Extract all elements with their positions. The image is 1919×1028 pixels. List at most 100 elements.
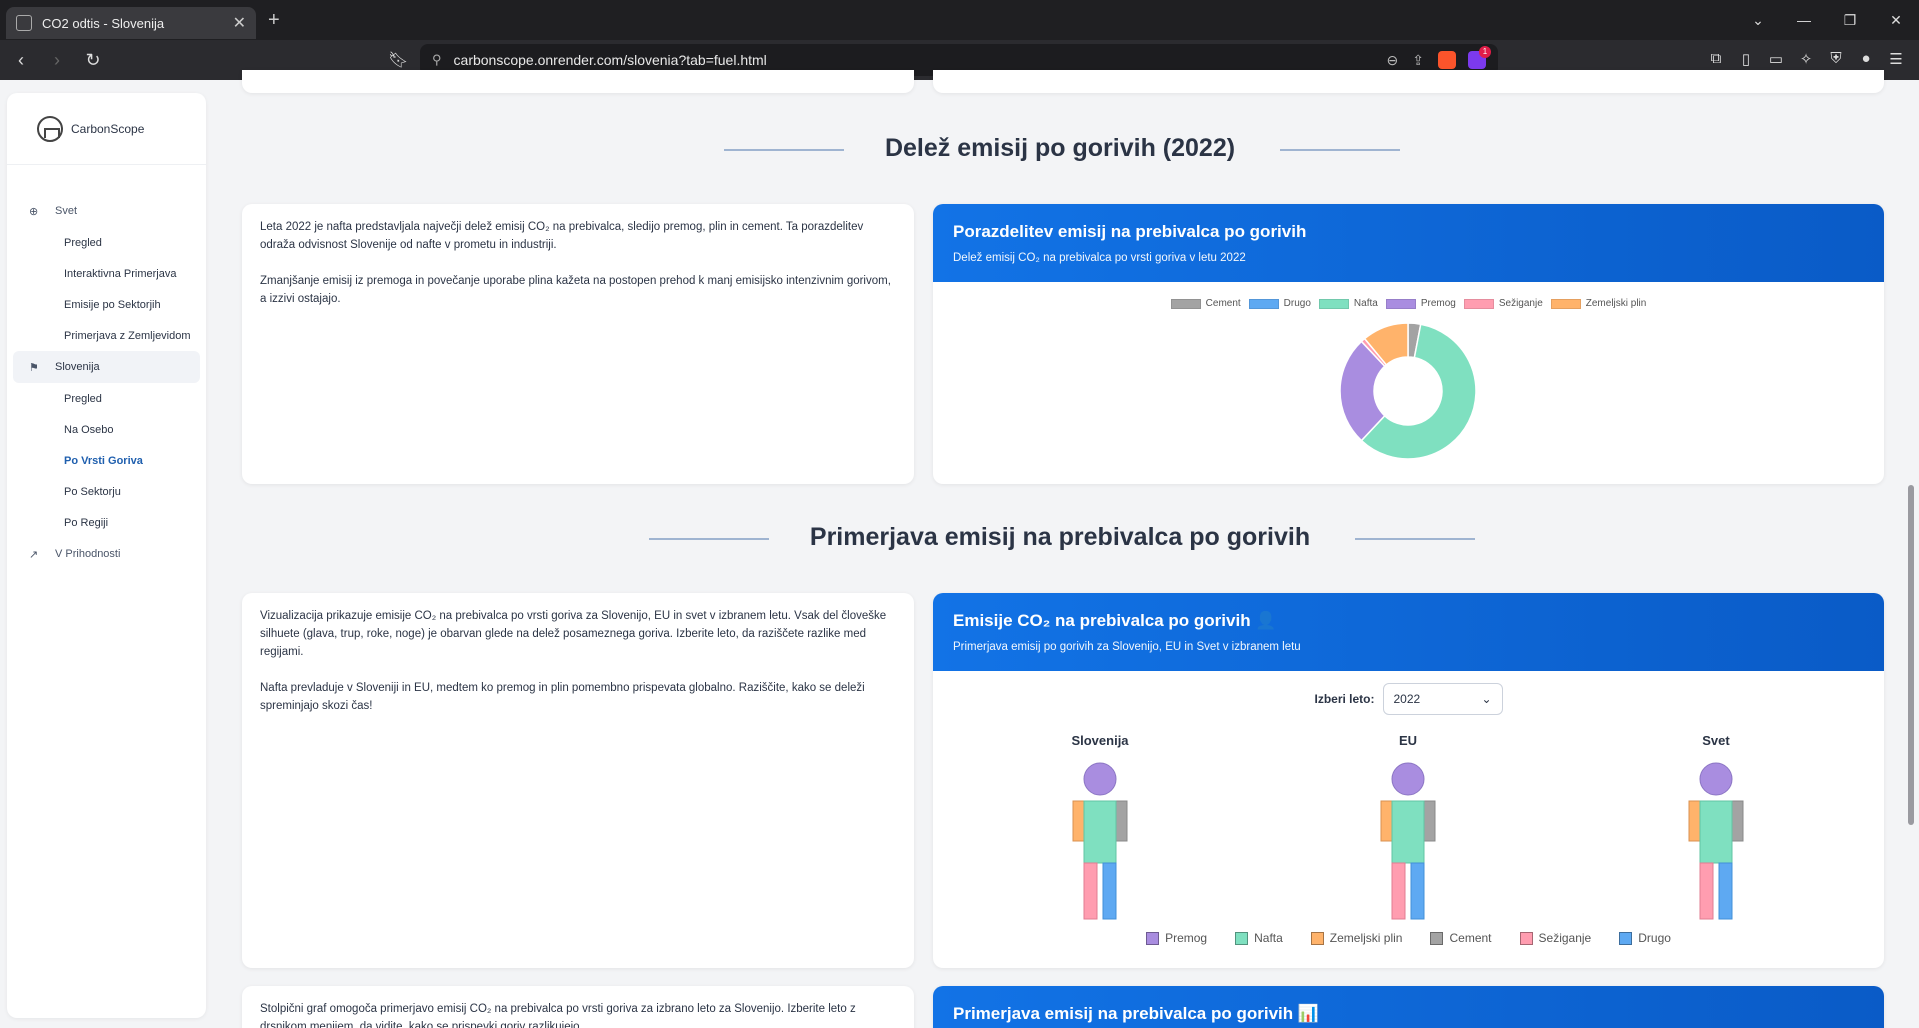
silhouette-legend-item: Zemeljski plin [1310, 931, 1402, 945]
chevron-down-icon: ⌄ [1481, 692, 1492, 706]
browser-tab[interactable]: CO2 odtis - Slovenija ✕ [6, 7, 256, 39]
globe-icon: ⊕ [29, 205, 39, 218]
pie-legend-item[interactable]: Nafta [1318, 298, 1378, 309]
sidebar-item-svet-pregled[interactable]: Pregled [7, 227, 206, 258]
person-silhouette-icon [1072, 762, 1128, 920]
sidebar-group-label: Slovenija [55, 361, 100, 373]
silhouette-legend-item: Sežiganje [1519, 931, 1591, 945]
sidebar-group-slovenija[interactable]: ⚑ Slovenija [13, 351, 200, 383]
legend-label: Nafta [1254, 931, 1283, 945]
zoom-icon[interactable]: ⊖ [1387, 52, 1399, 69]
fuel-share-paragraph-1: Leta 2022 je nafta predstavljala največj… [260, 221, 864, 251]
browser-extensions: ⧉ ▯ ▭ ✧ ⛨ ● ☰ [1701, 50, 1911, 68]
share-icon[interactable]: ⇪ [1412, 52, 1424, 69]
sidebar-item-na-osebo[interactable]: Na Osebo [7, 414, 206, 445]
pie-legend-item[interactable]: Premog [1385, 298, 1456, 309]
year-label: Izberi leto: [1314, 692, 1375, 706]
fuel-share-chart-subtitle: Delež emisij CO₂ na prebivalca po vrsti … [953, 252, 1246, 264]
previous-chart-card [933, 70, 1884, 93]
logo-icon [37, 115, 63, 142]
legend-label: Cement [1449, 931, 1492, 945]
tab-list-icon[interactable]: ⌄ [1735, 12, 1781, 29]
pie-legend-item[interactable]: Zemeljski plin [1550, 298, 1647, 309]
legend-label: Zemeljski plin [1585, 298, 1647, 309]
section-title-fuel-share: Delež emisij po gorivih (2022) [884, 134, 1236, 162]
bar-paragraph-2: drsnikom menijem, da vidite, kako se pri… [260, 1021, 583, 1028]
pie-legend-item[interactable]: Cement [1170, 298, 1241, 309]
silhouette-legend-item: Cement [1430, 931, 1492, 945]
window-controls: ⌄ — ❐ ✕ [1735, 0, 1919, 40]
scrollbar-thumb[interactable] [1908, 485, 1914, 825]
sidebar-group-svet[interactable]: ⊕ Svet [7, 195, 206, 227]
bookmark-icon[interactable]: 🔖︎ [388, 50, 408, 70]
pie-legend-item[interactable]: Sežiganje [1463, 298, 1543, 309]
bar-chart-header: Primerjava emisij na prebivalca po goriv… [933, 986, 1884, 1028]
fuel-share-paragraph-2: Zmanjšanje emisij iz premoga in povečanj… [260, 275, 891, 305]
leo-icon[interactable]: ✧ [1791, 50, 1821, 68]
legend-label: Sežiganje [1498, 298, 1543, 309]
comparison-chart-card: Emisije CO₂ na prebivalca po gorivih 👤 P… [933, 593, 1884, 968]
sidebar-toggle-icon[interactable]: ▯ [1731, 50, 1761, 68]
silhouette-legend-item: Drugo [1619, 931, 1671, 945]
sidebar-item-primerjava-z-zemljevidom[interactable]: Primerjava z Zemljevidom [7, 320, 206, 351]
legend-label: Premog [1420, 298, 1456, 309]
rewards-icon[interactable]: 1 [1468, 46, 1491, 69]
sidebar-item-po-regiji[interactable]: Po Regiji [7, 507, 206, 538]
sidebar-nav: ⊕ Svet Pregled Interaktivna Primerjava E… [7, 165, 206, 570]
comparison-paragraph-1: Vizualizacija prikazuje emisije CO₂ na p… [260, 610, 887, 658]
sidebar-item-po-sektorju[interactable]: Po Sektorju [7, 476, 206, 507]
pie-legend: Cement Drugo Nafta Premog Sežiganje Zemeljski… [933, 298, 1884, 309]
sidebar-item-interaktivna-primerjava[interactable]: Interaktivna Primerjava [7, 258, 206, 289]
figure-label: EU [1398, 733, 1418, 748]
figure-svet: Svet [1666, 733, 1766, 927]
sidebar-group-v-prihodnosti[interactable]: ↗ V Prihodnosti [7, 538, 206, 570]
menu-icon[interactable]: ☰ [1881, 50, 1911, 68]
brand-name: CarbonScope [71, 121, 145, 136]
legend-swatch [1550, 298, 1581, 309]
minimize-icon[interactable]: — [1781, 12, 1827, 28]
page-scrollbar[interactable] [1903, 80, 1919, 1028]
comparison-text-card: Vizualizacija prikazuje emisije CO₂ na p… [242, 593, 914, 968]
close-tab-icon[interactable]: ✕ [233, 13, 246, 33]
profile-icon[interactable]: ● [1851, 50, 1881, 68]
site-info-icon[interactable]: ⚲ [432, 52, 442, 68]
vpn-icon[interactable]: ⛨ [1821, 50, 1851, 68]
sidebar-item-slovenija-pregled[interactable]: Pregled [7, 383, 206, 414]
pie-chart[interactable] [933, 316, 1884, 466]
brand[interactable]: CarbonScope [7, 93, 206, 165]
legend-swatch [1235, 931, 1249, 945]
comparison-paragraph-2: Nafta prevladuje v Sloveniji in EU, medt… [260, 682, 865, 712]
legend-label: Nafta [1353, 298, 1378, 309]
legend-label: Cement [1205, 298, 1241, 309]
fuel-share-chart-card: Porazdelitev emisij na prebivalca po gor… [933, 204, 1884, 484]
figure-slovenija: Slovenija [1050, 733, 1150, 927]
restore-icon[interactable]: ❐ [1827, 12, 1873, 29]
fuel-share-chart-header: Porazdelitev emisij na prebivalca po gor… [933, 204, 1884, 282]
wallet-icon[interactable]: ▭ [1761, 50, 1791, 68]
brave-shield-icon[interactable] [1438, 51, 1456, 69]
legend-swatch [1463, 298, 1494, 309]
map-pin-icon: ⚑ [29, 361, 39, 374]
person-silhouette-icon [1688, 762, 1744, 920]
url-text[interactable]: carbonscope.onrender.com/slovenia?tab=fu… [454, 52, 1373, 68]
bar-chart-title: Primerjava emisij na prebivalca po goriv… [953, 1004, 1320, 1023]
sidebar-item-emisije-po-sektorjih[interactable]: Emisije po Sektorjih [7, 289, 206, 320]
legend-swatch [1519, 931, 1533, 945]
forward-icon[interactable]: › [42, 50, 72, 71]
back-icon[interactable]: ‹ [6, 50, 36, 71]
pie-legend-item[interactable]: Drugo [1248, 298, 1311, 309]
figure-eu: EU [1358, 733, 1458, 927]
legend-swatch [1318, 298, 1349, 309]
legend-swatch [1430, 931, 1444, 945]
close-window-icon[interactable]: ✕ [1873, 12, 1919, 29]
year-select[interactable]: 2022 ⌄ [1382, 683, 1503, 715]
legend-swatch [1170, 298, 1201, 309]
new-tab-icon[interactable]: + [268, 9, 280, 32]
sidebar-item-po-vrsti-goriva[interactable]: Po Vrsti Goriva [7, 445, 206, 476]
previous-text-card [242, 70, 914, 93]
bar-chart-card: Primerjava emisij na prebivalca po goriv… [933, 986, 1884, 1028]
fuel-share-text-card: Leta 2022 je nafta predstavljala največj… [242, 204, 914, 484]
reload-icon[interactable]: ↻ [78, 50, 108, 71]
extensions-icon[interactable]: ⧉ [1701, 50, 1731, 68]
legend-label: Drugo [1283, 298, 1311, 309]
